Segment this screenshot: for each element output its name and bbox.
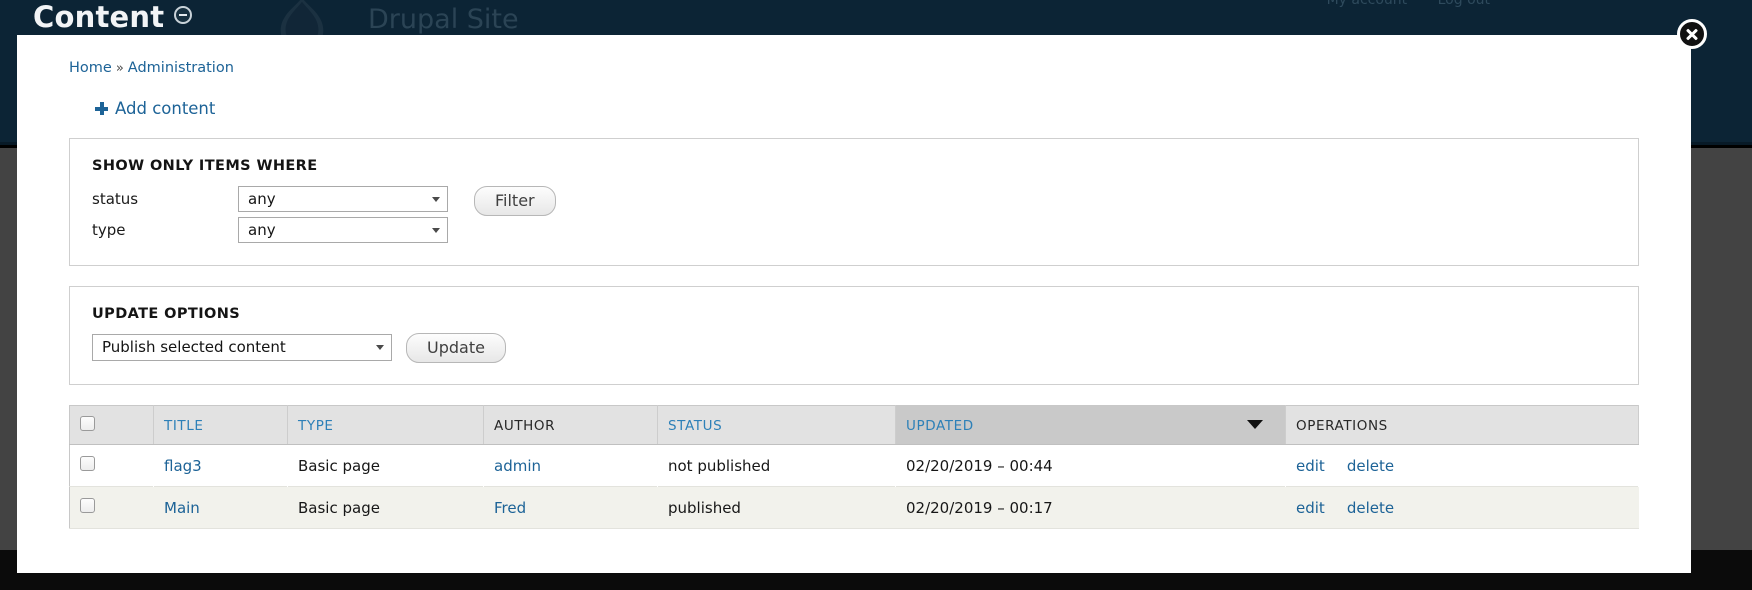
modal-overlay: Home» Administration Add content SHOW ONL… bbox=[17, 19, 1707, 573]
row-status-cell: published bbox=[657, 486, 896, 529]
table-header-row: TITLE TYPE AUTHOR STATUS UPDATED OPERATI… bbox=[69, 405, 1639, 445]
update-button[interactable]: Update bbox=[406, 333, 506, 363]
row-author-cell: admin bbox=[483, 444, 658, 487]
content-table: TITLE TYPE AUTHOR STATUS UPDATED OPERATI… bbox=[69, 405, 1639, 529]
status-select[interactable]: any bbox=[238, 186, 448, 212]
breadcrumb-separator: » bbox=[115, 61, 124, 76]
column-header-updated-label: UPDATED bbox=[906, 417, 974, 434]
log-out-link[interactable]: Log out bbox=[1438, 0, 1490, 8]
page-title-text: Content bbox=[33, 0, 165, 34]
delete-link[interactable]: delete bbox=[1347, 499, 1394, 517]
my-account-link[interactable]: My account bbox=[1327, 0, 1408, 8]
row-checkbox-cell bbox=[69, 444, 154, 487]
author-link[interactable]: admin bbox=[494, 457, 541, 475]
add-content-label: Add content bbox=[115, 99, 216, 118]
page-title: Content bbox=[33, 0, 193, 34]
user-links: My account Log out bbox=[1301, 0, 1490, 8]
status-label: status bbox=[92, 190, 139, 208]
table-row: Main Basic page Fred published 02/20/201… bbox=[69, 486, 1639, 529]
update-row: Publish selected content Update bbox=[92, 332, 1616, 363]
filter-button[interactable]: Filter bbox=[474, 186, 556, 216]
update-action-value: Publish selected content bbox=[102, 337, 286, 356]
row-type-cell: Basic page bbox=[287, 486, 484, 529]
status-select-value: any bbox=[248, 190, 276, 208]
filter-legend: SHOW ONLY ITEMS WHERE bbox=[92, 158, 318, 174]
row-title-cell: Main bbox=[153, 486, 288, 529]
row-checkbox-cell bbox=[69, 486, 154, 529]
type-select[interactable]: any bbox=[238, 217, 448, 243]
table-head: TITLE TYPE AUTHOR STATUS UPDATED OPERATI… bbox=[69, 405, 1639, 445]
update-options-fieldset: UPDATE OPTIONS Publish selected content … bbox=[69, 286, 1639, 385]
chevron-down-icon bbox=[432, 228, 440, 233]
filter-row-type: type any bbox=[92, 217, 1616, 243]
row-operations-cell: edit delete bbox=[1285, 444, 1639, 487]
row-type-cell: Basic page bbox=[287, 444, 484, 487]
site-name: Drupal Site bbox=[368, 4, 519, 35]
add-content-link[interactable]: Add content bbox=[95, 99, 1655, 118]
plus-icon bbox=[95, 102, 108, 115]
screen: Content Drupal Site My account Log out H… bbox=[0, 0, 1752, 590]
edit-link[interactable]: edit bbox=[1296, 457, 1325, 475]
type-select-value: any bbox=[248, 221, 276, 239]
update-action-select[interactable]: Publish selected content bbox=[92, 333, 392, 361]
table-row: flag3 Basic page admin not published 02/… bbox=[69, 444, 1639, 487]
row-updated-cell: 02/20/2019 – 00:17 bbox=[895, 486, 1286, 529]
table-body: flag3 Basic page admin not published 02/… bbox=[69, 444, 1639, 529]
column-header-status[interactable]: STATUS bbox=[657, 405, 896, 445]
author-link[interactable]: Fred bbox=[494, 499, 526, 517]
modal-content: Home» Administration Add content SHOW ONL… bbox=[17, 60, 1691, 529]
row-operations-cell: edit delete bbox=[1285, 486, 1639, 529]
checkbox-icon[interactable] bbox=[80, 498, 95, 513]
edit-link[interactable]: edit bbox=[1296, 499, 1325, 517]
update-options-legend: UPDATE OPTIONS bbox=[92, 306, 241, 322]
content-title-link[interactable]: flag3 bbox=[164, 457, 202, 475]
close-icon[interactable] bbox=[1677, 19, 1707, 49]
minus-circle-icon[interactable] bbox=[174, 6, 193, 24]
filter-fieldset: SHOW ONLY ITEMS WHERE status any Filter … bbox=[69, 138, 1639, 266]
column-header-updated[interactable]: UPDATED bbox=[895, 405, 1286, 445]
chevron-down-icon bbox=[432, 197, 440, 202]
checkbox-icon[interactable] bbox=[80, 416, 95, 431]
delete-link[interactable]: delete bbox=[1347, 457, 1394, 475]
row-status-cell: not published bbox=[657, 444, 896, 487]
column-header-operations: OPERATIONS bbox=[1285, 405, 1639, 445]
column-header-type[interactable]: TYPE bbox=[287, 405, 484, 445]
row-title-cell: flag3 bbox=[153, 444, 288, 487]
row-updated-cell: 02/20/2019 – 00:44 bbox=[895, 444, 1286, 487]
column-header-author[interactable]: AUTHOR bbox=[483, 405, 658, 445]
sort-descending-icon bbox=[1247, 420, 1263, 429]
column-header-title[interactable]: TITLE bbox=[153, 405, 288, 445]
chevron-down-icon bbox=[376, 344, 384, 350]
breadcrumb-home[interactable]: Home bbox=[69, 60, 112, 76]
filter-row-status: status any Filter bbox=[92, 184, 1616, 216]
checkbox-icon[interactable] bbox=[80, 456, 95, 471]
type-label: type bbox=[92, 221, 126, 239]
content-title-link[interactable]: Main bbox=[164, 499, 200, 517]
breadcrumb-administration[interactable]: Administration bbox=[128, 60, 234, 76]
breadcrumb: Home» Administration bbox=[69, 60, 1655, 76]
select-all-header bbox=[69, 405, 154, 445]
row-author-cell: Fred bbox=[483, 486, 658, 529]
